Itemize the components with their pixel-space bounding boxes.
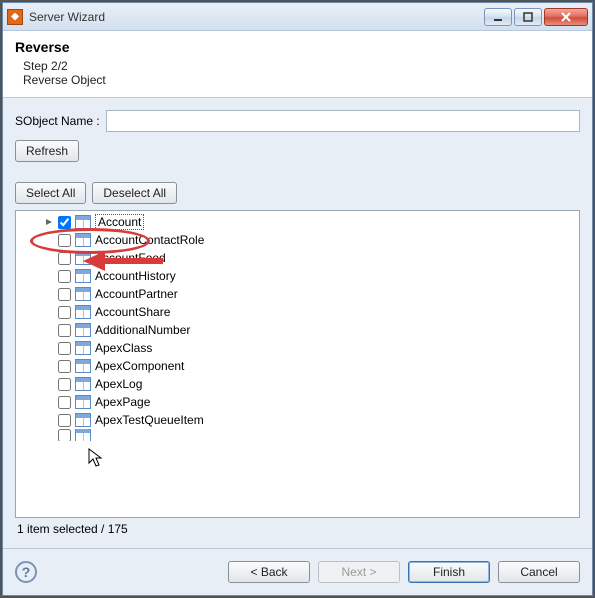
list-item-checkbox[interactable] — [58, 414, 71, 427]
list-item[interactable] — [20, 429, 575, 441]
maximize-button[interactable] — [514, 8, 542, 26]
table-icon — [75, 429, 91, 441]
list-item[interactable]: ApexPage — [20, 393, 575, 411]
title-bar: Server Wizard — [3, 3, 592, 31]
list-item-checkbox[interactable] — [58, 396, 71, 409]
list-item-checkbox[interactable] — [58, 216, 71, 229]
wizard-subtitle: Reverse Object — [23, 73, 580, 87]
list-item-label: ApexClass — [95, 341, 152, 355]
wizard-body: SObject Name : Refresh Select All Desele… — [3, 98, 592, 548]
refresh-row: Refresh — [15, 140, 580, 162]
sobject-name-row: SObject Name : — [15, 110, 580, 132]
list-item[interactable]: AccountPartner — [20, 285, 575, 303]
sobject-name-label: SObject Name : — [15, 114, 100, 128]
table-icon — [75, 395, 91, 409]
wizard-step: Step 2/2 — [23, 59, 580, 73]
close-button[interactable] — [544, 8, 588, 26]
tree-expand-icon[interactable] — [44, 217, 54, 227]
next-button: Next > — [318, 561, 400, 583]
table-icon — [75, 305, 91, 319]
list-item-label: AccountShare — [95, 305, 170, 319]
wizard-header: Reverse Step 2/2 Reverse Object — [3, 31, 592, 98]
list-item-checkbox[interactable] — [58, 378, 71, 391]
table-icon — [75, 359, 91, 373]
list-item-label: ApexPage — [95, 395, 150, 409]
back-button[interactable]: < Back — [228, 561, 310, 583]
table-icon — [75, 233, 91, 247]
app-icon — [7, 9, 23, 25]
list-item-checkbox[interactable] — [58, 234, 71, 247]
table-icon — [75, 323, 91, 337]
list-item-label: Account — [95, 214, 144, 230]
table-icon — [75, 215, 91, 229]
list-item[interactable]: ApexComponent — [20, 357, 575, 375]
list-item-label: AccountContactRole — [95, 233, 204, 247]
list-item[interactable]: ApexTestQueueItem — [20, 411, 575, 429]
selection-button-row: Select All Deselect All — [15, 182, 580, 204]
list-item[interactable]: AccountFeed — [20, 249, 575, 267]
list-item-checkbox[interactable] — [58, 324, 71, 337]
deselect-all-button[interactable]: Deselect All — [92, 182, 177, 204]
list-item[interactable]: Account — [20, 213, 575, 231]
list-item[interactable]: AccountContactRole — [20, 231, 575, 249]
list-item-label: ApexLog — [95, 377, 142, 391]
list-item[interactable]: ApexLog — [20, 375, 575, 393]
list-item-checkbox[interactable] — [58, 429, 71, 441]
sobject-name-input[interactable] — [106, 110, 580, 132]
list-item-checkbox[interactable] — [58, 288, 71, 301]
selection-status: 1 item selected / 175 — [15, 518, 580, 536]
table-icon — [75, 269, 91, 283]
window-title: Server Wizard — [29, 10, 484, 24]
list-item[interactable]: ApexClass — [20, 339, 575, 357]
list-item-label: ApexTestQueueItem — [95, 413, 204, 427]
list-item-label: AccountFeed — [95, 251, 166, 265]
list-item-checkbox[interactable] — [58, 270, 71, 283]
table-icon — [75, 251, 91, 265]
refresh-button[interactable]: Refresh — [15, 140, 79, 162]
list-item[interactable]: AccountShare — [20, 303, 575, 321]
wizard-window: Server Wizard Reverse Step 2/2 Reverse O… — [2, 2, 593, 596]
list-item[interactable]: AccountHistory — [20, 267, 575, 285]
finish-button[interactable]: Finish — [408, 561, 490, 583]
list-item-checkbox[interactable] — [58, 252, 71, 265]
list-item-label: ApexComponent — [95, 359, 184, 373]
wizard-footer: ? < Back Next > Finish Cancel — [3, 548, 592, 595]
list-item-checkbox[interactable] — [58, 360, 71, 373]
table-icon — [75, 413, 91, 427]
wizard-heading: Reverse — [15, 39, 580, 55]
list-item[interactable]: AdditionalNumber — [20, 321, 575, 339]
table-icon — [75, 341, 91, 355]
list-item-checkbox[interactable] — [58, 306, 71, 319]
window-controls — [484, 8, 588, 26]
table-icon — [75, 377, 91, 391]
list-item-label: AccountPartner — [95, 287, 178, 301]
list-item-label: AccountHistory — [95, 269, 176, 283]
minimize-button[interactable] — [484, 8, 512, 26]
table-icon — [75, 287, 91, 301]
select-all-button[interactable]: Select All — [15, 182, 86, 204]
object-list[interactable]: Account AccountContactRole AccountFeed Acco… — [15, 210, 580, 518]
help-icon[interactable]: ? — [15, 561, 37, 583]
list-item-checkbox[interactable] — [58, 342, 71, 355]
cancel-button[interactable]: Cancel — [498, 561, 580, 583]
list-item-label: AdditionalNumber — [95, 323, 190, 337]
